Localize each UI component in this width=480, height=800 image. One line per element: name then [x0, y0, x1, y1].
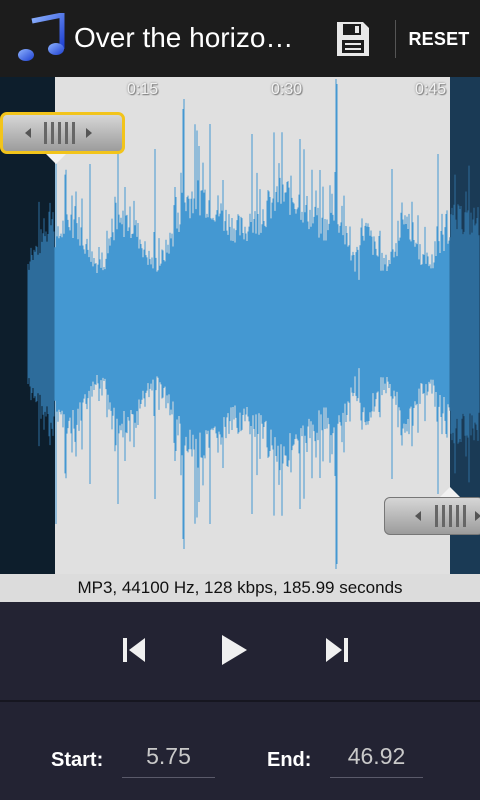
start-marker[interactable]: [0, 112, 125, 154]
music-note-icon[interactable]: [18, 11, 66, 63]
audio-info: MP3, 44100 Hz, 128 kbps, 185.99 seconds: [0, 574, 480, 602]
play-button[interactable]: [212, 628, 256, 672]
start-label: Start:: [51, 749, 104, 771]
waveform-view[interactable]: 0:15 0:30 0:45: [0, 77, 480, 574]
time-label: 0:30: [271, 81, 303, 98]
transport-controls: [0, 602, 480, 700]
time-label: 0:45: [415, 81, 447, 98]
skip-previous-button[interactable]: [112, 628, 156, 672]
time-label: 0:15: [127, 81, 159, 98]
start-marker-pointer: [46, 154, 66, 164]
drag-handle-icon: [415, 505, 480, 527]
skip-next-button[interactable]: [315, 628, 359, 672]
save-button[interactable]: [325, 14, 381, 64]
page-title: Over the horizo…: [74, 22, 294, 53]
reset-button[interactable]: RESET: [398, 14, 480, 64]
end-label: End:: [267, 749, 312, 771]
section-divider: [0, 700, 480, 702]
actionbar-divider: [395, 20, 396, 58]
end-time-field[interactable]: 46.92: [330, 738, 423, 778]
end-marker-pointer: [440, 487, 460, 497]
drag-handle-icon: [25, 122, 92, 144]
play-icon: [222, 635, 247, 665]
action-bar: Over the horizo… RESET: [0, 0, 480, 77]
end-marker[interactable]: [384, 497, 480, 535]
floppy-disk-icon: [337, 22, 369, 56]
start-time-field[interactable]: 5.75: [122, 738, 215, 778]
skip-next-icon: [326, 638, 348, 662]
skip-previous-icon: [123, 638, 145, 662]
